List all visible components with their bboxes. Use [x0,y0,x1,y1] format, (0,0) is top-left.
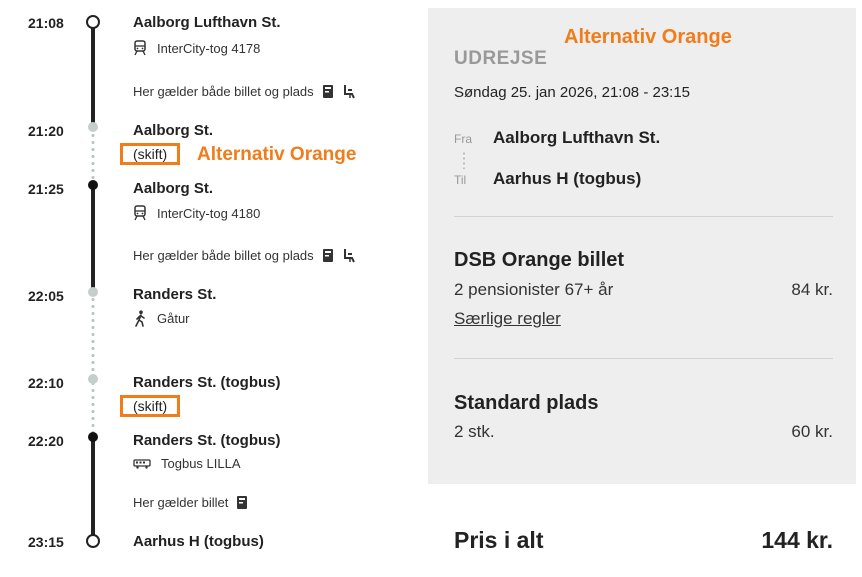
leg-note-text: Her gælder billet [133,495,229,510]
to-label: Til [454,173,467,187]
summary-alternative-label: Alternativ Orange [564,26,732,48]
ticket-desc: 2 pensionister 67+ år [454,280,614,299]
total-price: 144 kr. [761,527,833,553]
stop-time: 22:05 [28,288,64,304]
timeline-node-filled [88,180,98,190]
stop-time: 22:10 [28,375,64,391]
transfer-label: (skift) [120,143,181,165]
stop-station: Randers St. (togbus) [133,374,281,391]
timeline-line-leg3 [91,440,95,536]
from-station: Aalborg Lufthavn St. [493,128,661,147]
total-label: Pris i alt [454,527,544,553]
summary-date: Søndag 25. jan 2026, 21:08 - 23:15 [454,84,691,101]
seat-icon [342,248,356,263]
alternative-orange-label: Alternativ Orange [197,144,357,165]
walk-icon [133,310,147,327]
transfer-label: (skift) [120,395,181,417]
stop-station: Aalborg St. [133,122,214,139]
bus-icon [133,458,151,469]
timeline-node-grey [88,122,98,132]
ticket-icon [322,248,334,263]
stop-time: 22:20 [28,433,64,449]
ticket-title: DSB Orange billet [454,249,625,271]
ticket-price: 84 kr. [791,280,833,299]
leg-note: Her gælder både billet og plads [133,248,356,263]
stop-time: 21:20 [28,123,64,139]
to-station: Aarhus H (togbus) [493,169,642,188]
leg-note-text: Her gælder både billet og plads [133,84,314,99]
divider [454,358,833,359]
timeline-dots-transfer1 [91,132,95,182]
leg-label: InterCity-tog 4180 [157,205,261,221]
divider [454,216,833,217]
stop-time: 23:15 [28,534,64,550]
leg-mode: InterCity-tog 4178 [133,40,260,56]
timeline-node-grey [88,374,98,384]
stop-station: Randers St. [133,286,217,303]
leg-mode: InterCity-tog 4180 [133,205,260,221]
stop-time: 21:08 [28,15,64,31]
timeline-node-filled [88,432,98,442]
timeline-node-start [86,15,100,29]
seat-icon [342,84,356,99]
leg-mode: Gåtur [133,310,190,327]
leg-mode: Togbus LILLA [133,456,241,471]
ticket-icon [236,495,248,510]
stop-station: Aarhus H (togbus) [133,533,264,550]
from-to-connector [463,151,465,169]
leg-label: InterCity-tog 4178 [157,40,261,56]
seat-title: Standard plads [454,392,599,414]
ticket-icon [322,84,334,99]
seat-price: 60 kr. [791,422,833,441]
summary-heading: UDREJSE [454,48,548,69]
timeline-node-end [86,534,100,548]
train-icon [133,40,147,56]
seat-qty: 2 stk. [454,422,495,441]
timeline-line-leg1 [91,24,95,124]
timeline-line-leg2 [91,188,95,288]
stop-station: Randers St. (togbus) [133,432,281,449]
leg-note: Her gælder både billet og plads [133,84,356,99]
leg-label: Gåtur [157,311,190,326]
stop-time: 21:25 [28,181,64,197]
from-label: Fra [454,132,472,146]
stop-station: Aalborg Lufthavn St. [133,14,281,31]
leg-note-text: Her gælder både billet og plads [133,248,314,263]
train-icon [133,205,147,221]
special-rules-link[interactable]: Særlige regler [454,309,561,329]
timeline-node-grey [88,287,98,297]
leg-label: Togbus LILLA [161,456,241,471]
stop-station: Aalborg St. [133,180,214,197]
leg-note: Her gælder billet [133,495,248,510]
timeline-dots-walk [91,296,95,438]
